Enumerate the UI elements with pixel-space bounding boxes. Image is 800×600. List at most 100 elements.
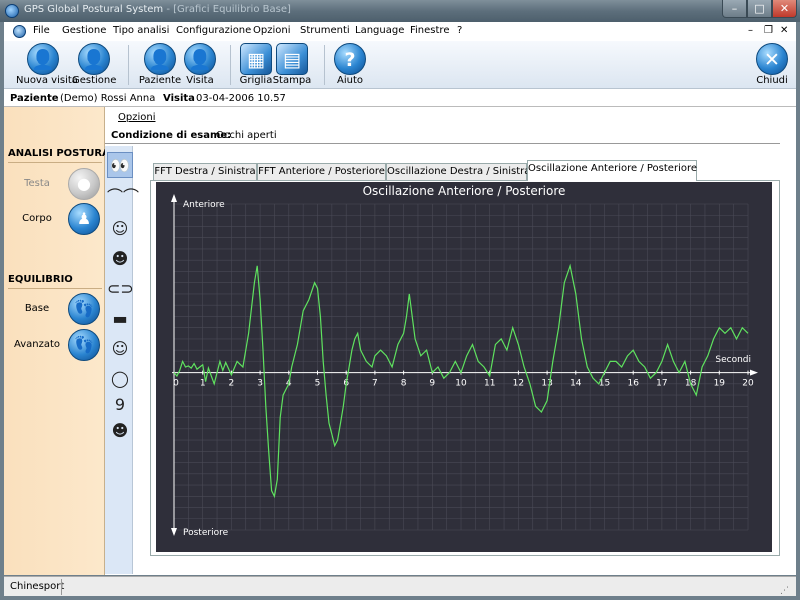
app-menu-icon[interactable] xyxy=(13,25,26,38)
feet-icon: 👣 xyxy=(68,293,100,325)
person-add-icon: 👤 xyxy=(27,43,59,75)
window-title-text: GPS Global Postural System xyxy=(24,4,164,15)
griglia-label: Griglia xyxy=(239,75,273,86)
eyes-closed-icon[interactable]: ⌒⌒ xyxy=(107,184,139,210)
x-tick-label: 8 xyxy=(401,379,407,389)
y-top-label: Anteriore xyxy=(183,200,225,210)
menu-finestre[interactable]: Finestre xyxy=(410,25,449,36)
close-window-button[interactable]: ✕ xyxy=(772,0,797,18)
resize-grip-icon[interactable]: ⋰ xyxy=(780,586,789,596)
nuova-visita-label: Nuova visita xyxy=(16,75,78,86)
aiuto-label: Aiuto xyxy=(337,75,363,86)
opzioni-menu[interactable]: Opzioni xyxy=(118,112,155,123)
x-tick-label: 12 xyxy=(513,379,524,389)
menu-tipo-analisi[interactable]: Tipo analisi xyxy=(113,25,169,36)
x-tick-label: 5 xyxy=(315,379,321,389)
tab-fft-anteriore-posteriore[interactable]: FFT Anteriore / Posteriore xyxy=(257,163,386,181)
gestione-label: Gestione xyxy=(72,75,117,86)
head-tilt-icon[interactable]: ☻ xyxy=(107,418,133,444)
lips-icon[interactable]: ⊂⊃ xyxy=(107,276,134,302)
visita-label: Visita xyxy=(163,93,195,104)
avanzato-button[interactable]: Avanzato 👣 xyxy=(4,329,104,363)
tab-fft-destra-sinistra[interactable]: FFT Destra / Sinistra xyxy=(153,163,257,181)
y-bottom-label: Posteriore xyxy=(183,528,229,538)
number-nine-icon[interactable]: 9 xyxy=(107,392,133,418)
app-icon xyxy=(5,4,19,18)
x-tick-label: 2 xyxy=(229,379,235,389)
feet-advanced-icon: 👣 xyxy=(68,329,100,361)
gestione-button[interactable]: 👤 Gestione xyxy=(72,42,116,88)
x-tick-label: 14 xyxy=(570,379,582,389)
print-icon: ▤ xyxy=(276,43,308,75)
x-tick-label: 1 xyxy=(200,379,206,389)
patient-name: (Demo) Rossi Anna xyxy=(60,93,156,104)
paziente-label: Paziente xyxy=(10,93,59,104)
eyes-open-icon[interactable]: 👀 xyxy=(107,152,133,178)
mouth-open-icon[interactable]: ◯ xyxy=(107,366,133,392)
menu-file[interactable]: File xyxy=(33,25,50,36)
y-axis-arrow-top xyxy=(171,194,177,202)
chart-grid xyxy=(173,203,749,531)
condition-icon-strip: 👀 ⌒⌒ ☺ ☻ ⊂⊃ ▬ ☺ ◯ 9 ☻ xyxy=(105,146,139,574)
tab-oscillazione-anteriore-posteriore[interactable]: Oscillazione Anteriore / Posteriore xyxy=(527,160,697,181)
aiuto-button[interactable]: ? Aiuto xyxy=(330,42,370,88)
x-tick-label: 19 xyxy=(714,379,726,389)
menu-bar: File Gestione Tipo analisi Configurazion… xyxy=(4,22,796,41)
x-axis-arrow xyxy=(750,369,758,376)
chiudi-button[interactable]: ✕ Chiudi xyxy=(754,42,790,88)
menu-strumenti[interactable]: Strumenti xyxy=(300,25,350,36)
lips-closed-icon[interactable]: ▬ xyxy=(107,306,133,332)
head-side-icon[interactable]: ☺ xyxy=(107,216,133,242)
status-separator xyxy=(61,579,62,595)
paziente-button[interactable]: 👤 Paziente xyxy=(138,42,182,88)
testa-label: Testa xyxy=(24,178,50,189)
body-icon: ♟ xyxy=(68,203,100,235)
toolbar-separator xyxy=(324,45,325,85)
window-subtitle-text: - [Grafici Equilibrio Base] xyxy=(163,4,291,15)
head-icon: ● xyxy=(68,168,100,200)
mdi-minimize-icon[interactable]: – xyxy=(748,25,753,36)
toolbar: 👤 Nuova visita 👤 Gestione 👤 Paziente 👤 V… xyxy=(4,41,796,89)
minimize-button[interactable]: – xyxy=(722,0,747,18)
stampa-label: Stampa xyxy=(272,75,312,86)
x-tick-label: 17 xyxy=(656,379,667,389)
visit-date: 03-04-2006 10.57 xyxy=(196,93,286,104)
condition-value: Occhi aperti xyxy=(216,130,277,141)
status-text: Chinesport xyxy=(10,581,65,592)
x-tick-label: 0 xyxy=(173,379,179,389)
avanzato-label: Avanzato xyxy=(13,339,61,350)
stampa-button[interactable]: ▤ Stampa xyxy=(272,42,312,88)
mdi-restore-icon[interactable]: ❐ xyxy=(764,25,773,36)
tab-oscillazione-destra-sinistra[interactable]: Oscillazione Destra / Sinistra xyxy=(386,163,530,181)
testa-button[interactable]: Testa ● xyxy=(4,168,104,202)
visita-label: Visita xyxy=(186,75,214,86)
x-axis-label: Secondi xyxy=(715,355,751,365)
grid-icon: ▦ xyxy=(240,43,272,75)
status-bar: Chinesport xyxy=(4,576,796,596)
corpo-button[interactable]: Corpo ♟ xyxy=(4,203,104,237)
griglia-button[interactable]: ▦ Griglia xyxy=(237,42,275,88)
visita-button[interactable]: 👤 Visita xyxy=(182,42,218,88)
menu-configurazione[interactable]: Configurazione xyxy=(176,25,251,36)
chart-title: Oscillazione Anteriore / Posteriore xyxy=(363,184,566,198)
help-icon: ? xyxy=(334,43,366,75)
menu-language[interactable]: Language xyxy=(355,25,404,36)
head-profile-icon[interactable]: ☺ xyxy=(107,336,133,362)
left-panel: ANALISI POSTURALE Testa ● Corpo ♟ EQUILI… xyxy=(4,107,123,575)
menu-gestione[interactable]: Gestione xyxy=(62,25,106,36)
corpo-label: Corpo xyxy=(22,213,52,224)
x-tick-label: 7 xyxy=(372,379,378,389)
x-tick-label: 13 xyxy=(541,379,552,389)
person-manage-icon: 👤 xyxy=(78,43,110,75)
condition-label: Condizione di esame: xyxy=(111,130,232,141)
visit-icon: 👤 xyxy=(184,43,216,75)
base-button[interactable]: Base 👣 xyxy=(4,293,104,327)
mdi-close-icon[interactable]: ✕ xyxy=(780,25,788,36)
condition-row: Condizione di esame: Occhi aperti xyxy=(105,128,780,144)
maximize-button[interactable]: □ xyxy=(747,0,772,18)
menu-opzioni[interactable]: Opzioni xyxy=(253,25,290,36)
menu-help[interactable]: ? xyxy=(457,25,462,36)
chart-axes xyxy=(171,194,758,536)
nuova-visita-button[interactable]: 👤 Nuova visita xyxy=(16,42,78,88)
head-front-icon[interactable]: ☻ xyxy=(107,246,133,272)
